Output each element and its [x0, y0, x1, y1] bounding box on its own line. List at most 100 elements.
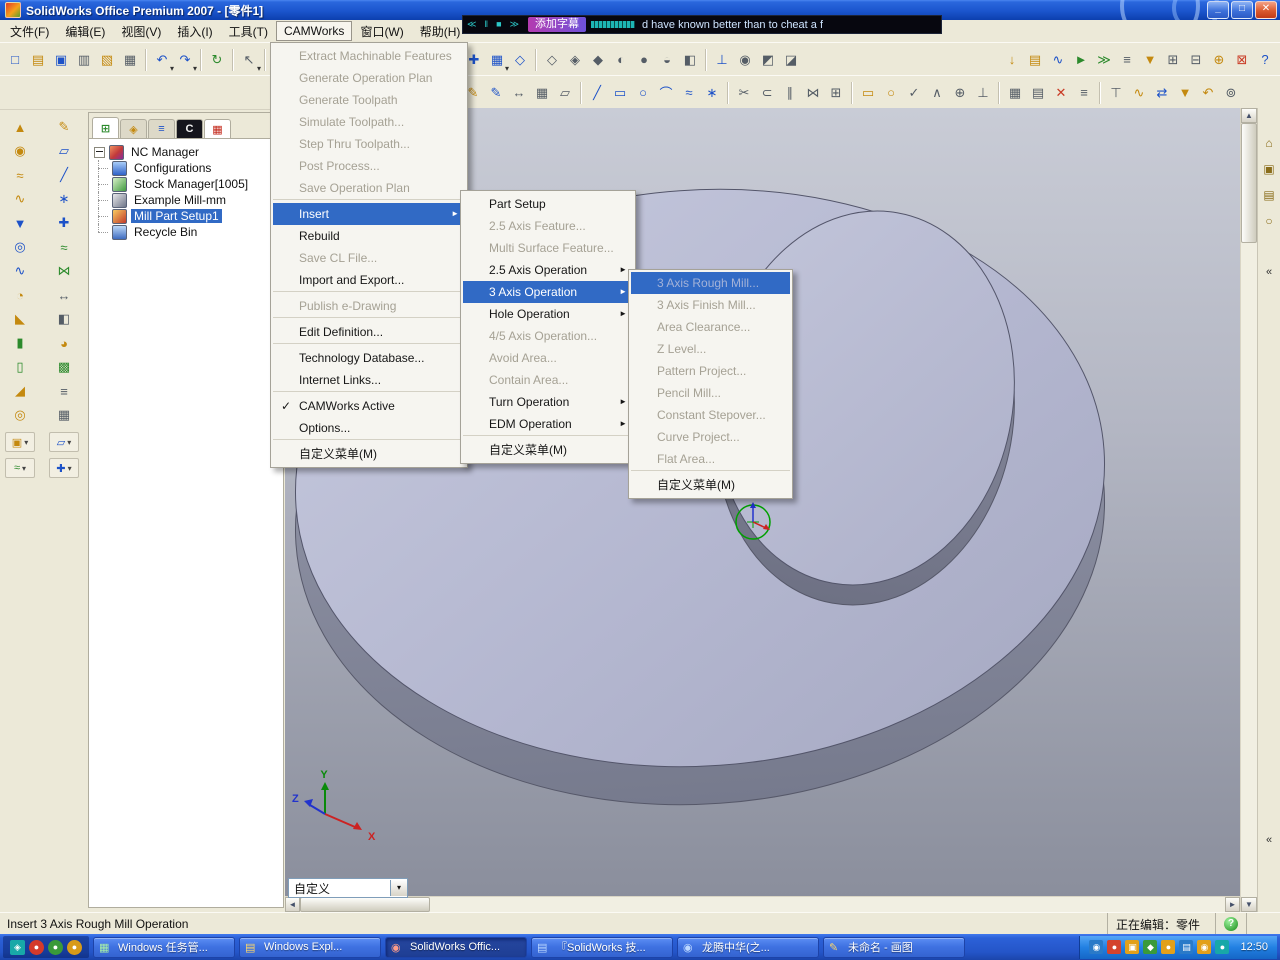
swept-boss-button[interactable]: ≈ [9, 164, 31, 186]
axis-button[interactable]: ╱ [53, 164, 75, 186]
tree-item-stock-manager[interactable]: Stock Manager[1005] [91, 176, 281, 192]
sketch-tool-button[interactable]: ✎ [53, 116, 75, 138]
taskbar-button-task-manager[interactable]: ▦ Windows 任务管... [93, 936, 235, 958]
minimize-button[interactable]: _ [1207, 1, 1229, 19]
menu-item-hole-operation[interactable]: Hole Operation [463, 303, 633, 325]
view-orientation-button[interactable]: ◇ [509, 49, 531, 71]
menu-item-turn-operation[interactable]: Turn Operation [463, 391, 633, 413]
post-process-button[interactable]: ≡ [1116, 49, 1138, 71]
close-button[interactable]: ✕ [1255, 1, 1277, 19]
collapse-chevron-icon[interactable]: « [1266, 266, 1272, 278]
save-button[interactable]: ▣ [50, 49, 72, 71]
tray-scheduler-icon[interactable]: ▤ [1179, 940, 1194, 954]
new-document-button[interactable]: □ [4, 49, 26, 71]
line-button[interactable]: ╱ [586, 82, 608, 104]
appearance-button[interactable]: ◕ [53, 332, 75, 354]
menu-item-technology-database[interactable]: Technology Database... [273, 347, 465, 369]
rib-button[interactable]: ▮ [9, 332, 31, 354]
smart-dimension-button[interactable]: ↔ [508, 82, 530, 104]
toolbar-customize-combo[interactable]: 自定义 ▾ [288, 878, 408, 898]
menubar-item-file[interactable]: 文件(F) [2, 20, 57, 43]
menu-item-edit-definition[interactable]: Edit Definition... [273, 321, 465, 344]
menu-item-internet-links[interactable]: Internet Links... [273, 369, 465, 392]
offset-entities-button[interactable]: ∥ [779, 82, 801, 104]
media-stop-button[interactable]: ■ [492, 17, 505, 32]
mirror-button[interactable]: ⋈ [53, 260, 75, 282]
vertical-scrollbar[interactable]: ▲ ▼ [1240, 108, 1257, 912]
make-assembly-from-part-button[interactable]: ▧ [96, 49, 118, 71]
quick-launch-messenger-icon[interactable]: ● [48, 939, 63, 955]
delete-button[interactable]: ✕ [1050, 82, 1072, 104]
draft-button[interactable]: ◢ [9, 380, 31, 402]
extract-machinable-features-button[interactable]: ↓ [1001, 49, 1023, 71]
realview-button[interactable]: ◪ [780, 49, 802, 71]
camworks-options-button[interactable]: ⊟ [1185, 49, 1207, 71]
menubar-item-view[interactable]: 视图(V) [113, 20, 169, 43]
camworks-settings-button[interactable]: ⊚ [1220, 82, 1242, 104]
horizontal-scroll-track[interactable] [430, 897, 1225, 912]
print-button[interactable]: ▦ [119, 49, 141, 71]
menu-item-insert[interactable]: Insert [273, 203, 465, 225]
coordinate-system-button[interactable]: ✚ [53, 212, 75, 234]
shell-button[interactable]: ▯ [9, 356, 31, 378]
shaded-button[interactable]: ● [633, 49, 655, 71]
camworks-operation-tree-tab[interactable]: ▦ [204, 119, 231, 138]
menu-item-part-setup[interactable]: Part Setup [463, 193, 633, 215]
camera-views-button[interactable]: ◉ [734, 49, 756, 71]
help-icon[interactable]: ? [1224, 917, 1238, 931]
menu-item-camworks-active[interactable]: CAMWorks Active [273, 395, 465, 417]
material-button[interactable]: ▩ [53, 356, 75, 378]
featuremanager-tab[interactable]: ⊞ [92, 117, 119, 138]
scroll-down-button[interactable]: ▼ [1241, 897, 1257, 912]
mirror-entities-button[interactable]: ⋈ [802, 82, 824, 104]
balloon-button[interactable]: ○ [880, 82, 902, 104]
quick-launch-qq-icon[interactable]: ● [29, 939, 44, 955]
revolved-boss-button[interactable]: ◉ [9, 140, 31, 162]
media-next-button[interactable]: ≫ [506, 17, 523, 32]
normal-to-button[interactable]: ⊥ [711, 49, 733, 71]
tree-item-nc-manager[interactable]: NC Manager [91, 144, 281, 160]
feed-speed-button[interactable]: ∿ [1128, 82, 1150, 104]
wireframe-button[interactable]: ◇ [541, 49, 563, 71]
taskbar-button-solidworks[interactable]: ◉ SolidWorks Offic... [385, 936, 527, 958]
add-lyrics-button[interactable]: 添加字幕 [528, 17, 586, 32]
taskbar-button-paint[interactable]: ✎ 未命名 - 画图 [823, 936, 965, 958]
grid-settings-button[interactable]: ▦ [531, 82, 553, 104]
menu-item-customize-menu[interactable]: 自定义菜单(M) [273, 443, 465, 465]
reference-point-button[interactable]: ∗ [53, 188, 75, 210]
horizontal-scroll-thumb[interactable] [300, 897, 430, 912]
weld-symbol-button[interactable]: ∧ [926, 82, 948, 104]
collapse-chevron-icon[interactable]: « [1266, 834, 1272, 846]
menu-item-25-axis-operation[interactable]: 2.5 Axis Operation [463, 259, 633, 281]
generate-toolpath-button[interactable]: ∿ [1047, 49, 1069, 71]
menubar-item-window[interactable]: 窗口(W) [352, 20, 411, 43]
menu-item-import-and-export[interactable]: Import and Export... [273, 269, 465, 292]
menu-item-edm-operation[interactable]: EDM Operation [463, 413, 633, 436]
tray-ime-icon[interactable]: ▣ [1125, 940, 1140, 954]
propertymanager-tab[interactable]: ◈ [120, 119, 147, 138]
tree-item-mill-part-setup1[interactable]: Mill Part Setup1 [91, 208, 281, 224]
taskbar-button-browser[interactable]: ◉ 龙腾中华(之... [677, 936, 819, 958]
design-library-icon[interactable]: ▣ [1263, 162, 1274, 176]
linear-sketch-pattern-button[interactable]: ⊞ [825, 82, 847, 104]
revision-table-button[interactable]: ▤ [1027, 82, 1049, 104]
insert-operation-button[interactable]: ⊕ [1208, 49, 1230, 71]
menubar-item-camworks[interactable]: CAMWorks [275, 21, 353, 41]
menu-item-rebuild[interactable]: Rebuild [273, 225, 465, 247]
reference-geometry-button[interactable]: ▱ [554, 82, 576, 104]
rectangle-button[interactable]: ▭ [609, 82, 631, 104]
point-button[interactable]: ∗ [701, 82, 723, 104]
revolved-cut-button[interactable]: ◎ [9, 236, 31, 258]
redo-button[interactable]: ↷ [174, 49, 197, 73]
quick-launch-browser-icon[interactable]: ● [67, 939, 82, 955]
tray-update-icon[interactable]: ◉ [1197, 940, 1212, 954]
tray-volume-icon[interactable]: ● [1161, 940, 1176, 954]
generate-operation-plan-button[interactable]: ▤ [1024, 49, 1046, 71]
define-tool-button[interactable]: ⊤ [1105, 82, 1127, 104]
combo-dropdown-button[interactable]: ▾ [390, 880, 407, 896]
document-properties-button[interactable]: ≡ [1073, 82, 1095, 104]
arc-button[interactable]: ⌒ [655, 82, 677, 104]
fillet-button[interactable]: ◔ [9, 284, 31, 306]
spline-button[interactable]: ≈ [678, 82, 700, 104]
horizontal-scrollbar[interactable]: ◄ ► [285, 896, 1240, 912]
